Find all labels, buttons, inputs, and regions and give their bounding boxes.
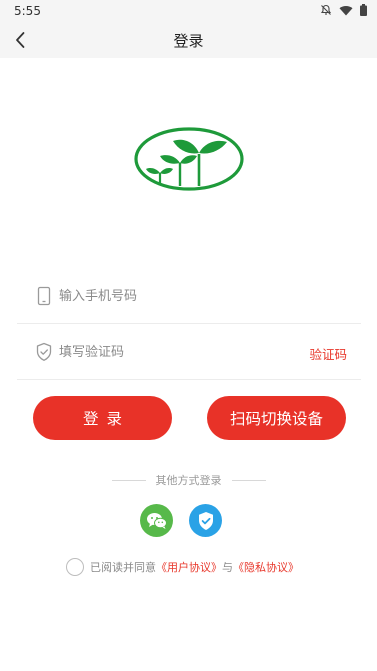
verification-code-input[interactable]	[59, 341, 299, 363]
phone-icon	[37, 286, 51, 306]
divider-line-right	[231, 479, 266, 481]
agreement-row: 已阅读并同意 《用户协议》 与 《隐私协议》	[66, 557, 299, 577]
verify-shield-icon	[198, 511, 213, 530]
verification-code-field: 验证码	[17, 324, 361, 380]
privacy-agreement-link[interactable]: 《隐私协议》	[233, 559, 299, 575]
page-title: 登录	[173, 32, 204, 50]
sprout-logo	[134, 127, 244, 191]
status-time: 5:55	[14, 4, 41, 18]
wechat-login-button[interactable]	[140, 504, 173, 537]
battery-icon	[360, 4, 367, 16]
phone-input[interactable]	[59, 285, 299, 307]
get-code-button[interactable]: 验证码	[309, 344, 347, 363]
bell-off-icon	[320, 4, 332, 15]
divider-line-left	[111, 479, 146, 481]
nav-bar: 登录	[0, 22, 377, 58]
shield-icon	[36, 342, 52, 361]
agreement-and: 与	[222, 561, 233, 574]
login-button[interactable]: 登录	[33, 396, 172, 440]
agreement-prefix: 已阅读并同意	[90, 561, 156, 574]
status-bar: 5:55	[0, 0, 377, 22]
other-login-divider: 其他方式登录	[0, 472, 377, 488]
agreement-checkbox[interactable]	[66, 558, 84, 576]
wechat-icon	[146, 512, 167, 529]
status-icons	[320, 4, 367, 16]
other-login-label: 其他方式登录	[155, 474, 222, 487]
phone-field	[17, 268, 361, 324]
wifi-icon	[339, 5, 353, 15]
verify-login-button[interactable]	[189, 504, 222, 537]
user-agreement-link[interactable]: 《用户协议》	[156, 559, 222, 575]
scan-switch-device-button[interactable]: 扫码切换设备	[207, 396, 346, 440]
